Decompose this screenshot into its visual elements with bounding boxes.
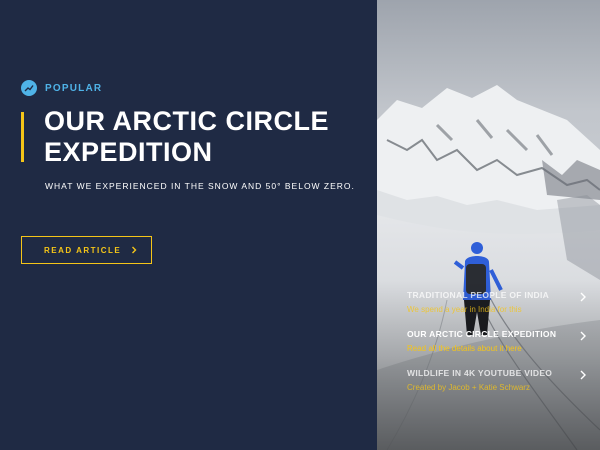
read-article-label: READ ARTICLE [44, 245, 122, 255]
page-title: OUR ARCTIC CIRCLE EXPEDITION [44, 106, 364, 168]
story-title: WILDLIFE IN 4K YOUTUBE VIDEO [407, 368, 553, 378]
title-line-1: OUR ARCTIC CIRCLE [44, 106, 329, 136]
category-label: POPULAR [45, 82, 103, 94]
trending-up-icon [21, 80, 37, 96]
story-item-arctic-circle[interactable]: OUR ARCTIC CIRCLE EXPEDITION Read all th… [407, 329, 592, 368]
story-subtitle: Created by Jacob + Katie Schwarz [407, 383, 530, 392]
title-line-2: EXPEDITION [44, 137, 213, 167]
category-tag: POPULAR [21, 80, 102, 96]
chevron-right-icon [580, 331, 586, 341]
story-list: TRADITIONAL PEOPLE OF INDIA We spend a y… [407, 290, 592, 407]
story-title: TRADITIONAL PEOPLE OF INDIA [407, 290, 550, 300]
page-subtitle: WHAT WE EXPERIENCED IN THE SNOW AND 50° … [45, 181, 355, 191]
chevron-right-icon [132, 246, 137, 254]
story-item-traditional-people[interactable]: TRADITIONAL PEOPLE OF INDIA We spend a y… [407, 290, 592, 329]
story-subtitle: Read all the details about it here [407, 344, 522, 353]
story-item-wildlife-video[interactable]: WILDLIFE IN 4K YOUTUBE VIDEO Created by … [407, 368, 592, 407]
story-title: OUR ARCTIC CIRCLE EXPEDITION [407, 329, 557, 339]
hero-panel [0, 0, 377, 450]
chevron-right-icon [580, 370, 586, 380]
chevron-right-icon [580, 292, 586, 302]
read-article-button[interactable]: READ ARTICLE [21, 236, 152, 264]
title-accent-bar [21, 112, 24, 162]
story-subtitle: We spend a year in India for this [407, 305, 522, 314]
